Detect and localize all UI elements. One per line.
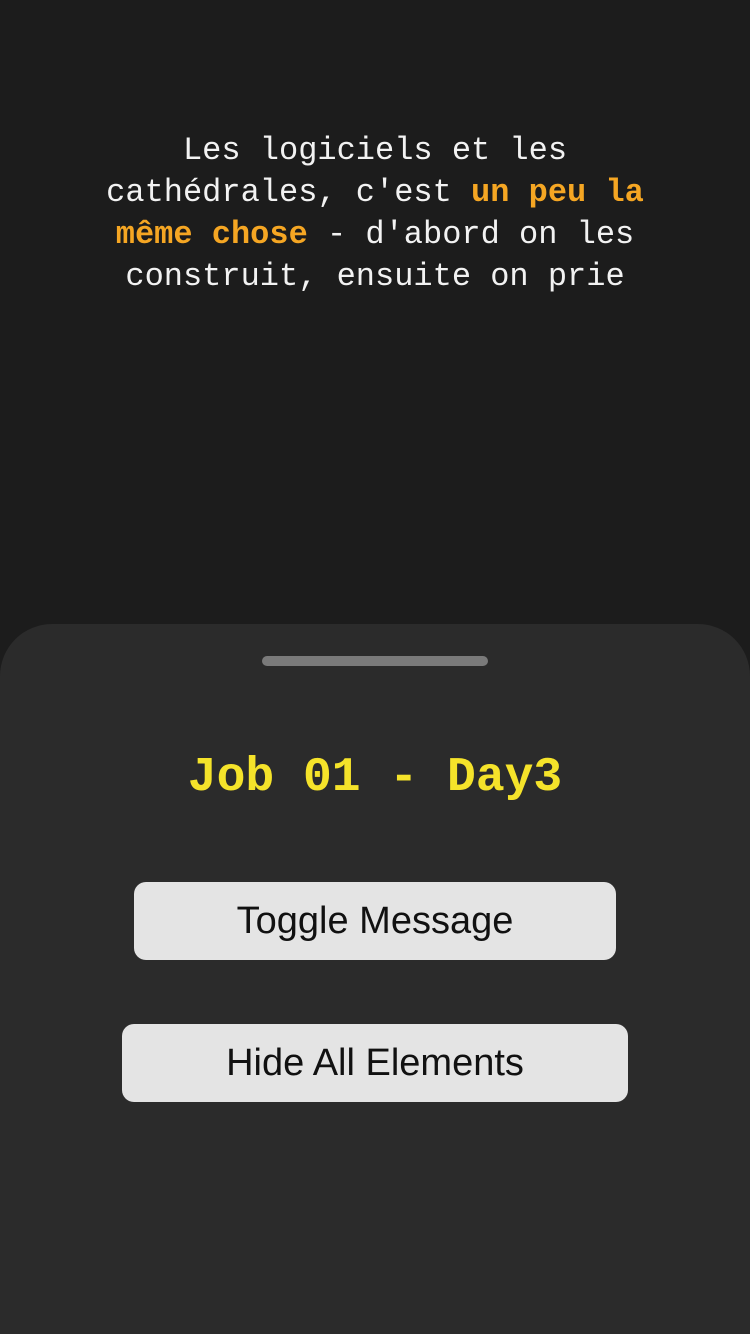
app-screen: Les logiciels et les cathédrales, c'est … [0,0,750,1334]
bottom-sheet: Job 01 - Day3 Toggle Message Hide All El… [0,624,750,1334]
toggle-message-button[interactable]: Toggle Message [134,882,616,960]
quote-message: Les logiciels et les cathédrales, c'est … [0,130,750,298]
page-title: Job 01 - Day3 [187,751,563,805]
hide-all-elements-button[interactable]: Hide All Elements [122,1024,628,1102]
sheet-drag-handle[interactable] [262,656,488,666]
